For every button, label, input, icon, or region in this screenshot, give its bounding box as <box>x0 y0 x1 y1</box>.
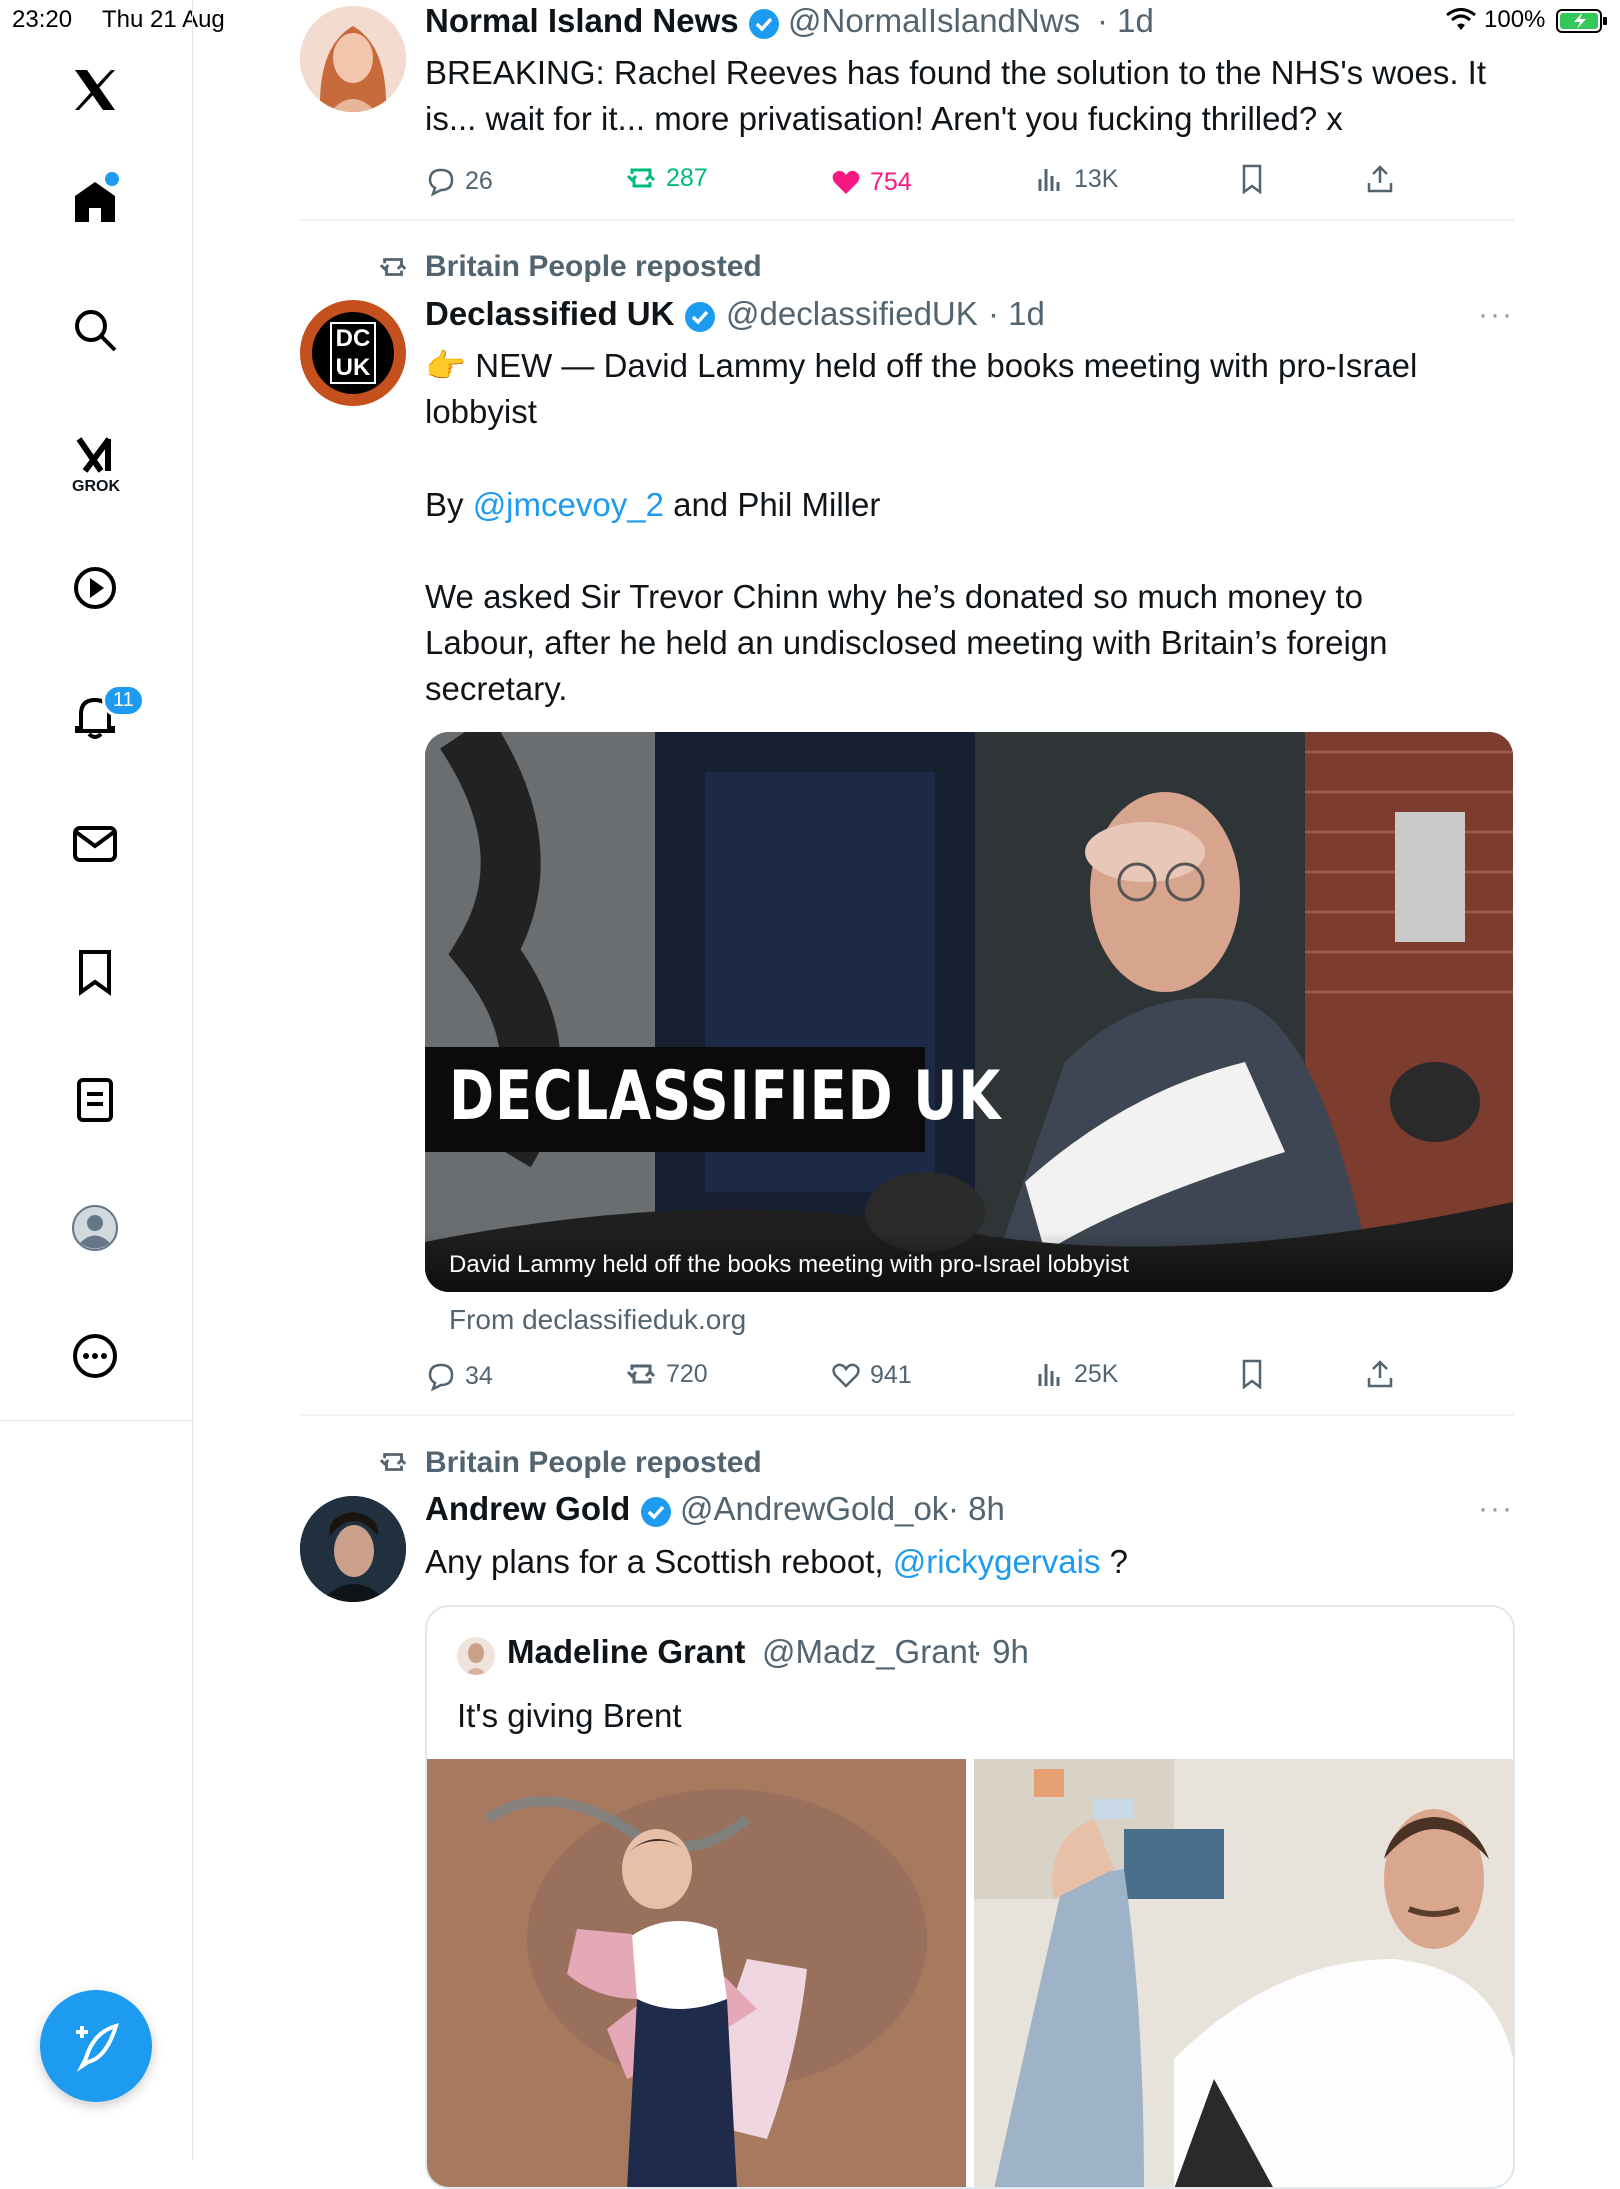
views-button[interactable]: 13K <box>1034 163 1118 195</box>
bookmark-icon <box>1242 1359 1262 1390</box>
like-button[interactable]: 754 <box>830 166 912 198</box>
wifi-icon <box>1446 8 1476 37</box>
quote-post-time: · 9h <box>972 1633 1029 1670</box>
share-icon <box>1367 1360 1393 1388</box>
bookmark-button[interactable] <box>1236 1358 1268 1390</box>
search-icon[interactable] <box>55 290 135 370</box>
author-handle[interactable]: @declassifiedUK <box>726 295 978 333</box>
post-time[interactable]: · 8h <box>948 1490 1005 1528</box>
repost-count: 720 <box>666 1359 708 1388</box>
tweet-text-line: secretary. <box>425 670 568 707</box>
repost-indicator-icon <box>377 252 411 287</box>
like-count: 941 <box>870 1360 912 1389</box>
messages-icon[interactable] <box>55 804 135 884</box>
post-divider <box>300 219 1514 221</box>
bookmark-button[interactable] <box>1236 163 1268 195</box>
verified-badge-icon <box>684 301 716 333</box>
post-time[interactable]: · 1d <box>1097 2 1154 40</box>
avatar-andrew-gold[interactable] <box>300 1496 406 1602</box>
mention-link[interactable]: @rickygervais <box>893 1543 1101 1580</box>
post-time[interactable]: · 1d <box>988 295 1045 333</box>
profile-icon[interactable] <box>55 1188 135 1268</box>
avatar-normal-island-news[interactable] <box>300 6 406 112</box>
sidebar-divider <box>0 1420 192 1421</box>
quote-avatar <box>457 1637 495 1675</box>
reply-icon <box>428 1363 454 1392</box>
repost-count: 287 <box>666 163 708 192</box>
reply-count: 26 <box>465 166 493 195</box>
bookmark-icon <box>1242 164 1262 195</box>
notifications-badge: 11 <box>102 684 145 717</box>
views-icon <box>1038 169 1060 191</box>
lists-icon[interactable] <box>55 1060 135 1140</box>
like-button[interactable]: 941 <box>830 1359 912 1391</box>
compose-post-button[interactable] <box>40 1990 152 2102</box>
author-name[interactable]: Declassified UK <box>425 295 674 333</box>
more-options-button[interactable]: ··· <box>1478 298 1514 332</box>
compose-icon <box>76 2023 120 2072</box>
video-icon[interactable] <box>55 548 135 628</box>
more-options-button[interactable]: ··· <box>1478 1492 1514 1526</box>
grok-label: GROK <box>72 478 120 495</box>
avatar-text: DC UK <box>330 322 376 384</box>
link-card-image[interactable]: DECLASSIFIED UK David Lammy held off the… <box>425 732 1513 1292</box>
views-button[interactable]: 25K <box>1034 1358 1118 1390</box>
x-logo-icon[interactable] <box>55 50 135 130</box>
author-name[interactable]: Normal Island News <box>425 2 739 40</box>
tweet-text-line: BREAKING: Rachel Reeves has found the so… <box>425 54 1486 91</box>
reposted-by-label[interactable]: Britain People reposted <box>425 250 762 284</box>
verified-badge-icon <box>640 1496 672 1528</box>
quote-image-2[interactable] <box>974 1759 1513 2187</box>
reply-button[interactable]: 34 <box>425 1360 493 1392</box>
quoted-post[interactable]: Madeline Grant @Madz_Grant · 9h It's giv… <box>425 1605 1515 2189</box>
tweet-text-line: 👉 NEW — David Lammy held off the books m… <box>425 347 1418 384</box>
post-divider <box>300 1414 1514 1416</box>
more-icon[interactable] <box>55 1316 135 1396</box>
reposted-by-label[interactable]: Britain People reposted <box>425 1446 762 1480</box>
author-handle[interactable]: @NormalIslandNws <box>788 2 1080 40</box>
repost-icon <box>626 1364 656 1384</box>
views-icon <box>1038 1364 1060 1386</box>
reply-count: 34 <box>465 1361 493 1390</box>
tweet-text-line: is... wait for it... more privatisation!… <box>425 100 1343 137</box>
quote-text: It's giving Brent <box>457 1697 682 1734</box>
tweet-byline: By @jmcevoy_2 and Phil Miller <box>425 486 881 523</box>
verified-badge-icon <box>748 8 780 40</box>
views-count: 13K <box>1074 164 1119 193</box>
home-unread-dot <box>105 172 119 186</box>
tweet-text-line: Labour, after he held an undisclosed mee… <box>425 624 1388 661</box>
bookmarks-icon[interactable] <box>55 932 135 1012</box>
quote-author-handle: @Madz_Grant <box>762 1633 978 1670</box>
battery-icon <box>1556 8 1608 39</box>
share-icon <box>1367 165 1393 193</box>
home-icon[interactable] <box>55 162 135 242</box>
battery-percent: 100% <box>1484 6 1546 33</box>
tweet-text: Any plans for a Scottish reboot, @rickyg… <box>425 1543 1128 1580</box>
reply-button[interactable]: 26 <box>425 165 493 197</box>
quote-image-1[interactable] <box>427 1759 966 2187</box>
avatar-declassified-uk[interactable]: DC UK <box>300 300 406 406</box>
repost-button[interactable]: 287 <box>626 162 708 194</box>
views-count: 25K <box>1074 1359 1119 1388</box>
mention-link[interactable]: @jmcevoy_2 <box>473 486 664 523</box>
repost-button[interactable]: 720 <box>626 1358 708 1390</box>
tweet-text-line: lobbyist <box>425 393 537 430</box>
author-handle[interactable]: @AndrewGold_ok <box>680 1490 948 1528</box>
card-overlay-title: DECLASSIFIED UK <box>449 1057 1002 1136</box>
tweet-text-line: We asked Sir Trevor Chinn why he’s donat… <box>425 578 1363 615</box>
heart-icon <box>832 1363 860 1388</box>
share-button[interactable] <box>1364 163 1396 195</box>
quote-author-name: Madeline Grant <box>507 1633 746 1670</box>
like-count: 754 <box>870 167 912 196</box>
repost-indicator-icon <box>377 1447 411 1482</box>
share-button[interactable] <box>1364 1358 1396 1390</box>
reply-icon <box>428 168 454 197</box>
author-name[interactable]: Andrew Gold <box>425 1490 630 1528</box>
card-caption: David Lammy held off the books meeting w… <box>449 1251 1129 1278</box>
heart-filled-icon <box>832 170 860 194</box>
repost-icon <box>626 168 656 188</box>
card-source[interactable]: From declassifieduk.org <box>449 1304 746 1336</box>
